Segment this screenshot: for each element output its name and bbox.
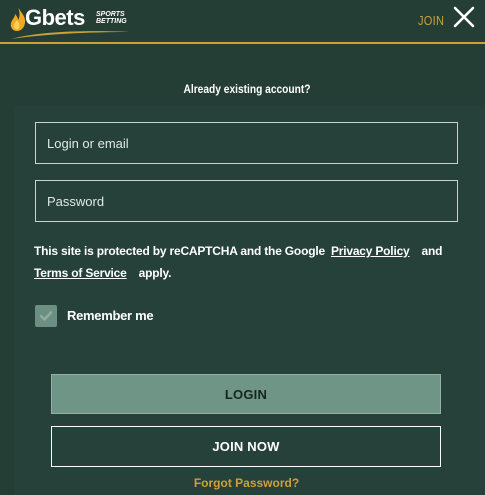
gbets-logo[interactable]: Gbets SPORTS BETTING — [8, 4, 133, 40]
close-icon[interactable] — [453, 6, 475, 28]
terms-of-service-link[interactable]: Terms of Service — [34, 266, 127, 280]
form-heading: Already existing account? — [183, 82, 311, 96]
apply-text: apply. — [138, 266, 172, 280]
logo-tagline: SPORTS BETTING — [96, 11, 136, 25]
privacy-policy-link[interactable]: Privacy Policy — [331, 244, 410, 258]
remember-me-checkbox[interactable] — [35, 305, 57, 327]
logo-wordmark: Gbets — [25, 5, 85, 30]
logo-tagline-line-1: SPORTS — [96, 11, 125, 18]
recaptcha-text: This site is protected by reCAPTCHA and … — [34, 244, 325, 258]
checkmark-icon — [39, 311, 53, 321]
header-bar: Gbets SPORTS BETTING JOIN — [0, 0, 485, 44]
login-email-input[interactable] — [35, 122, 458, 164]
remember-me-label: Remember me — [67, 308, 154, 323]
recaptcha-notice: This site is protected by reCAPTCHA and … — [34, 240, 464, 284]
join-now-button[interactable]: JOIN NOW — [51, 426, 441, 467]
login-button[interactable]: LOGIN — [51, 374, 441, 414]
join-link[interactable]: JOIN — [418, 13, 444, 28]
logo-swoosh — [11, 31, 131, 39]
password-input[interactable] — [35, 180, 458, 222]
forgot-password-link[interactable]: Forgot Password? — [0, 476, 485, 490]
logo-tagline-line-2: BETTING — [96, 18, 127, 25]
and-text: and — [421, 244, 443, 258]
